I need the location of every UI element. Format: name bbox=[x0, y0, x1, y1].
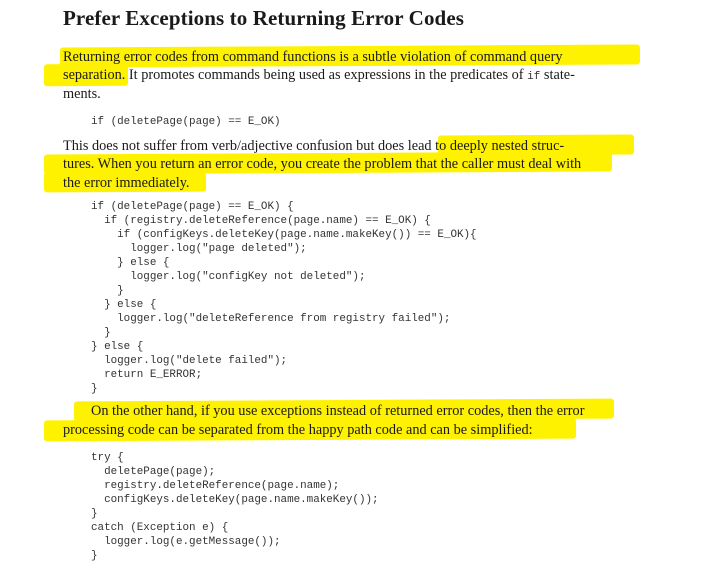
book-page: Prefer Exceptions to Returning Error Cod… bbox=[0, 0, 713, 569]
para1-line3-text: ments. bbox=[63, 86, 101, 102]
para1-line2-end: state- bbox=[540, 67, 575, 83]
para2-line3-text: the error immediately. bbox=[63, 175, 190, 191]
para2-line1: This does not suffer from verb/adjective… bbox=[63, 137, 564, 155]
para2-line2-text: tures. When you return an error code, yo… bbox=[63, 156, 582, 172]
para1-line2-text: . It promotes commands being used as exp… bbox=[121, 67, 528, 83]
para2-line1-text: This does not suffer from verb/adjective… bbox=[63, 138, 408, 154]
para1-line1: Returning error codes from command funct… bbox=[63, 48, 562, 66]
para1-line3: ments. bbox=[63, 85, 101, 103]
para2-line3: the error immediately. bbox=[63, 174, 190, 192]
para3-line2: processing code can be separated from th… bbox=[63, 421, 533, 439]
code-block-2: if (deletePage(page) == E_OK) { if (regi… bbox=[91, 201, 477, 395]
para3-line1: On the other hand, if you use exceptions… bbox=[91, 402, 584, 420]
para1-line2-highlighted: separation bbox=[63, 67, 122, 83]
para3-line1-text: On the other hand, if you use exceptions… bbox=[91, 403, 585, 419]
section-title: Prefer Exceptions to Returning Error Cod… bbox=[63, 6, 465, 30]
code-block-3: try { deletePage(page); registry.deleteR… bbox=[91, 452, 379, 562]
para1-line2: separation. It promotes commands being u… bbox=[63, 66, 575, 86]
para1-line1-text: Returning error codes from command funct… bbox=[63, 49, 563, 65]
inline-code-if: if bbox=[527, 71, 541, 83]
para3-line2-text: processing code can be separated from th… bbox=[63, 422, 533, 438]
code-block-1: if (deletePage(page) == E_OK) bbox=[91, 116, 281, 128]
para2-line1-highlighted: lead to deeply nested struc- bbox=[407, 138, 565, 154]
para2-line2: tures. When you return an error code, yo… bbox=[63, 155, 581, 173]
